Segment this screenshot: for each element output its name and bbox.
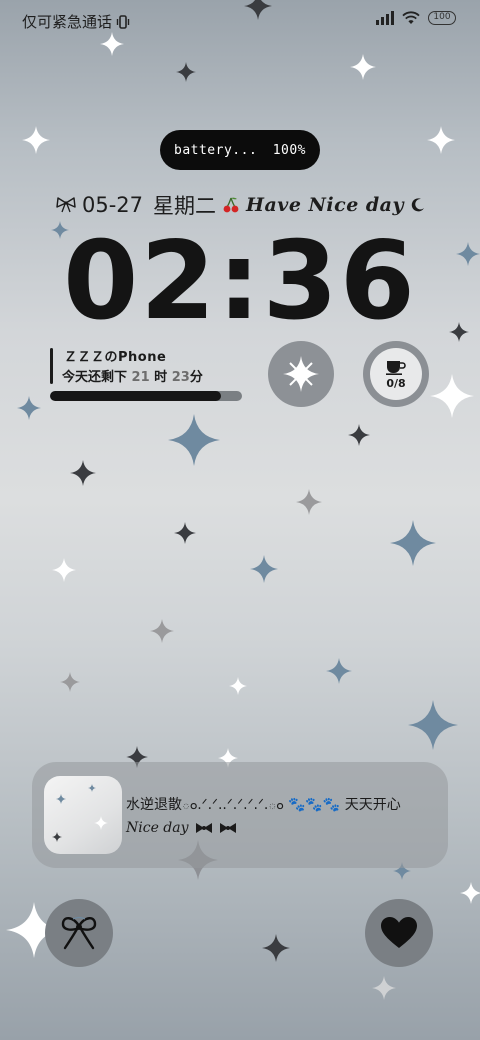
day-progress-bar — [50, 391, 242, 401]
sparkle-star-icon — [348, 424, 370, 446]
sparkle-star-icon — [326, 658, 352, 684]
remaining-hours: 21 — [131, 370, 150, 385]
carrier-text: 仅可紧急通话 — [22, 13, 113, 31]
coffee-count: 0/8 — [386, 376, 406, 390]
sparkle-star-icon — [390, 520, 436, 566]
hours-unit: 时 — [154, 370, 168, 385]
bow-icon — [219, 823, 236, 833]
bow-icon — [61, 916, 97, 950]
sparkle-star-icon — [250, 555, 278, 583]
sparkle-star-icon — [408, 700, 458, 750]
sparkle-star-icon — [262, 934, 290, 962]
cherry-icon — [223, 197, 239, 213]
sparkle-star-icon — [52, 832, 62, 842]
music-subtitle: Nice day — [126, 820, 237, 836]
coffee-cup-icon — [386, 360, 406, 375]
sparkle-star-icon — [60, 672, 80, 692]
bow-shortcut-button[interactable] — [45, 899, 113, 967]
music-title: 水逆退散ం.ᐟ.ᐟ..ᐟ.ᐟ.ᐟ.ᐟ.ం 🐾🐾🐾 天天开心 — [126, 797, 401, 813]
bow-icon — [56, 197, 76, 213]
sparkle-star-icon — [296, 489, 322, 515]
sparkle-star-icon — [17, 396, 41, 420]
signal-icon — [376, 11, 394, 25]
remaining-minutes: 23 — [171, 370, 190, 385]
battery-label: battery... — [174, 142, 258, 158]
music-subtitle-text: Nice day — [126, 820, 189, 836]
sparkle-star-icon — [350, 54, 376, 80]
time-remaining: 今天还剩下 21 时 23分 — [62, 366, 203, 385]
accent-bar — [50, 348, 53, 384]
sparkle-star-icon — [22, 126, 50, 154]
minutes-unit: 分 — [189, 370, 203, 385]
battery-icon: 100 — [428, 11, 456, 25]
heart-shortcut-button[interactable] — [365, 899, 433, 967]
sparkle-star-icon — [176, 62, 196, 82]
sparkle-star-icon — [427, 126, 455, 154]
sparkle-star-icon — [460, 882, 480, 904]
music-card[interactable]: 水逆退散ం.ᐟ.ᐟ..ᐟ.ᐟ.ᐟ.ᐟ.ం 🐾🐾🐾 天天开心 Nice day — [32, 762, 448, 868]
sparkle-shortcut-button[interactable] — [268, 341, 334, 407]
coffee-tracker-button[interactable]: 0/8 — [363, 341, 429, 407]
sparkle-star-icon — [229, 677, 247, 695]
sparkle-star-icon — [94, 816, 108, 830]
sparkle-star-icon — [56, 794, 66, 804]
status-bar: 仅可紧急通话 100 — [0, 0, 480, 40]
sparkle-star-icon — [70, 460, 96, 486]
sparkle-star-icon — [168, 414, 220, 466]
weekday-text: 星期二 — [153, 194, 217, 218]
wifi-icon — [402, 11, 420, 24]
coffee-tracker-face: 0/8 — [370, 348, 422, 400]
vibrate-icon — [116, 14, 130, 29]
battery-widget[interactable]: battery... 100% — [160, 130, 320, 170]
sparkle-star-icon — [174, 522, 196, 544]
remaining-prefix: 今天还剩下 — [62, 370, 128, 385]
greeting-text: Have Nice day — [246, 194, 405, 216]
battery-level: 100 — [433, 12, 451, 22]
lock-clock: 02:36 — [63, 219, 417, 344]
carrier-status: 仅可紧急通话 — [22, 11, 130, 32]
album-art[interactable] — [44, 776, 122, 854]
sparkle-star-icon — [88, 784, 96, 792]
sparkle-star-icon — [52, 558, 76, 582]
day-progress-fill — [50, 391, 221, 401]
date-line: 05-27 星期二 Have Nice day — [56, 190, 426, 220]
sparkle-star-icon — [430, 374, 474, 418]
battery-value: 100% — [272, 142, 306, 158]
moon-icon — [411, 198, 425, 212]
sparkle-star-icon — [150, 619, 174, 643]
bow-icon — [195, 823, 212, 833]
heart-icon — [381, 917, 417, 948]
sparkle-star-icon — [372, 976, 396, 1000]
sparkle-icon — [283, 356, 319, 392]
status-indicators: 100 — [376, 11, 456, 25]
phone-name: ＺＺＺのPhone — [64, 350, 167, 365]
date-text: 05-27 — [82, 193, 144, 217]
